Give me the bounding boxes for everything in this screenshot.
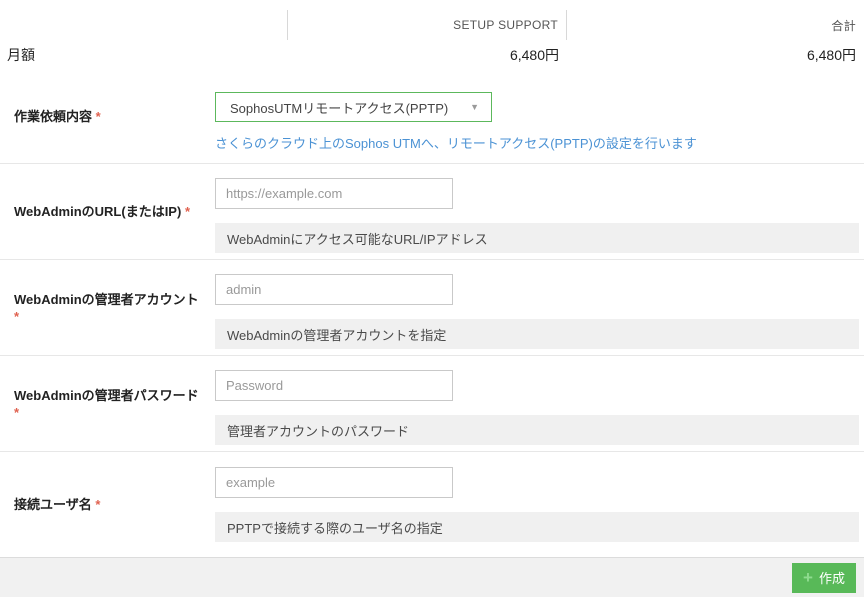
plus-icon: + <box>803 569 813 586</box>
footer-bar: + 作成 <box>0 557 864 597</box>
work-request-select[interactable]: SophosUTMリモートアクセス(PPTP) ▼ <box>215 92 492 122</box>
field-label-text: WebAdminのURL(またはIP) <box>14 204 181 219</box>
admin-password-input[interactable] <box>215 370 453 401</box>
field-label-text: 接続ユーザ名 <box>14 497 92 512</box>
webadmin-url-help: WebAdminにアクセス可能なURL/IPアドレス <box>215 223 859 253</box>
admin-password-help: 管理者アカウントのパスワード <box>215 415 859 445</box>
create-button-label: 作成 <box>819 568 845 587</box>
pricing-header-row: SETUP SUPPORT 合計 <box>0 10 864 40</box>
connection-user-help: PPTPで接続する際のユーザ名の指定 <box>215 512 859 542</box>
form-row-work-request: 作業依頼内容 * SophosUTMリモートアクセス(PPTP) ▼ さくらのク… <box>0 70 864 163</box>
admin-account-input[interactable] <box>215 274 453 305</box>
form-row-connection-user: 接続ユーザ名 * PPTPで接続する際のユーザ名の指定 <box>0 451 864 557</box>
pricing-table: SETUP SUPPORT 合計 月額 6,480円 6,480円 <box>0 0 864 70</box>
field-label-text: WebAdminの管理者アカウント <box>14 292 199 307</box>
field-label-connection-user: 接続ユーザ名 * <box>0 452 215 557</box>
field-label-work-request: 作業依頼内容 * <box>0 70 215 163</box>
pricing-row-monthly: 月額 6,480円 6,480円 <box>0 40 864 70</box>
field-label-admin-account: WebAdminの管理者アカウント * <box>0 260 215 355</box>
price-setup-support-value: 6,480円 <box>287 40 567 70</box>
column-header-setup-support: SETUP SUPPORT <box>287 10 567 40</box>
connection-user-input[interactable] <box>215 467 453 498</box>
required-asterisk: * <box>95 497 100 512</box>
work-request-selected-value: SophosUTMリモートアクセス(PPTP) <box>230 98 448 117</box>
required-asterisk: * <box>185 204 190 219</box>
pricing-header-spacer <box>0 10 287 40</box>
field-label-webadmin-url: WebAdminのURL(またはIP) * <box>0 164 215 259</box>
required-asterisk: * <box>96 109 101 124</box>
field-label-admin-password: WebAdminの管理者パスワード * <box>0 356 215 451</box>
setup-support-order-page: SETUP SUPPORT 合計 月額 6,480円 6,480円 作業依頼内容… <box>0 0 864 603</box>
required-asterisk: * <box>14 405 19 420</box>
create-button[interactable]: + 作成 <box>792 563 856 593</box>
field-label-text: 作業依頼内容 <box>14 109 92 124</box>
form-row-webadmin-url: WebAdminのURL(またはIP) * WebAdminにアクセス可能なUR… <box>0 163 864 259</box>
form-row-admin-account: WebAdminの管理者アカウント * WebAdminの管理者アカウントを指定 <box>0 259 864 355</box>
field-label-text: WebAdminの管理者パスワード <box>14 388 199 403</box>
webadmin-url-input[interactable] <box>215 178 453 209</box>
price-row-label: 月額 <box>0 40 287 70</box>
admin-account-help: WebAdminの管理者アカウントを指定 <box>215 319 859 349</box>
price-total-value: 6,480円 <box>567 40 864 70</box>
form-row-admin-password: WebAdminの管理者パスワード * 管理者アカウントのパスワード <box>0 355 864 451</box>
required-asterisk: * <box>14 309 19 324</box>
chevron-down-icon: ▼ <box>470 102 479 112</box>
column-header-total: 合計 <box>567 10 864 40</box>
work-request-help-text: さくらのクラウド上のSophos UTMへ、リモートアクセス(PPTP)の設定を… <box>215 135 859 152</box>
